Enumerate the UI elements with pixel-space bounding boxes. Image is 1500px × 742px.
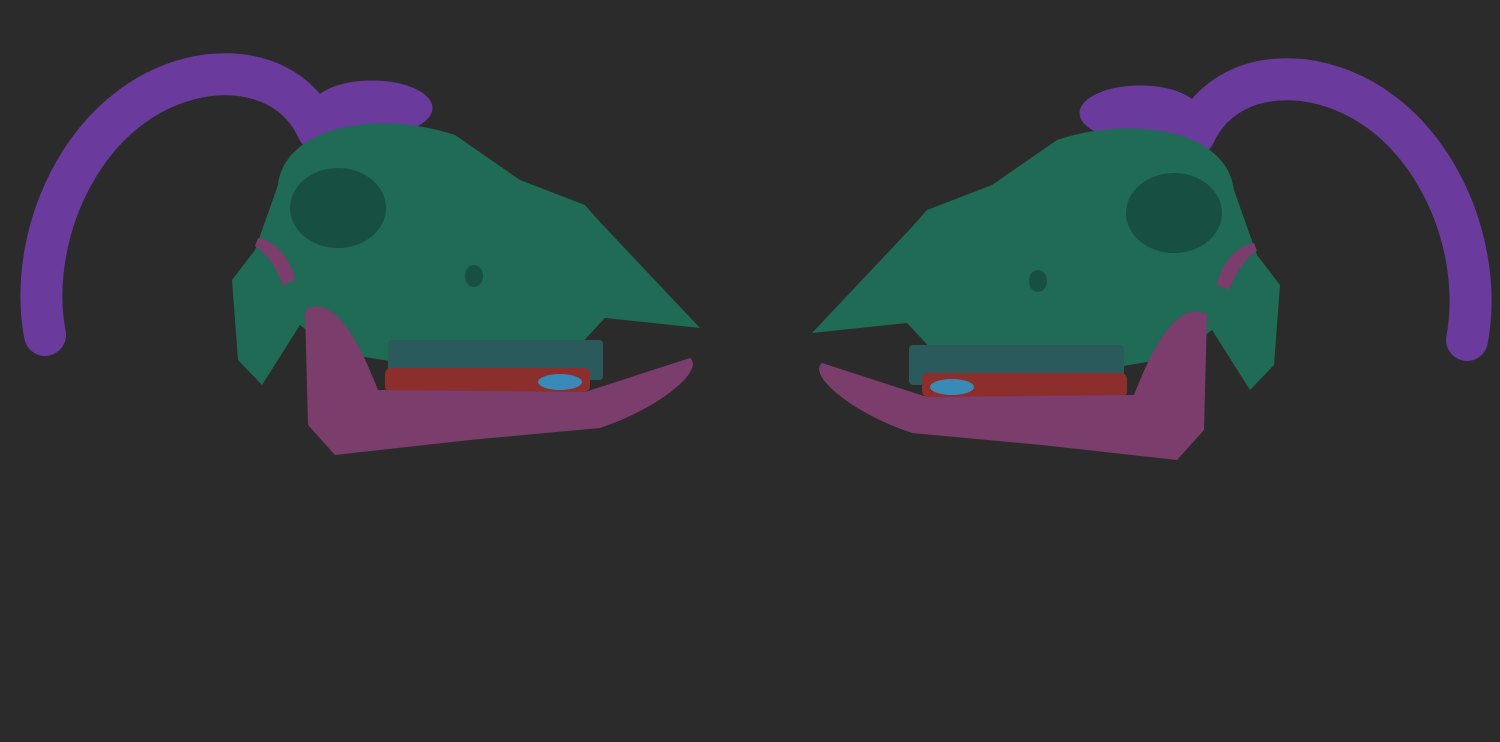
goat-skull-left[interactable]: [41, 74, 700, 455]
goat-skull-right[interactable]: [812, 79, 1471, 460]
3d-viewport[interactable]: [0, 0, 1500, 742]
